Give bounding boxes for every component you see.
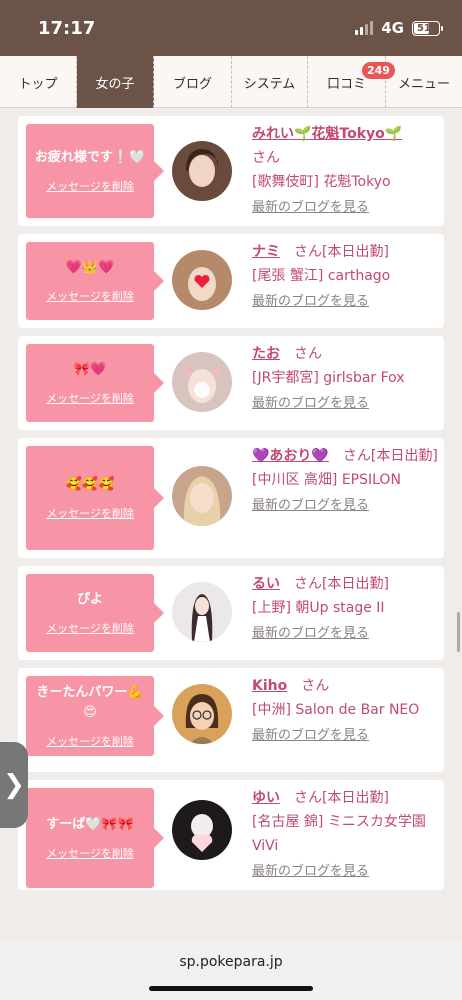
latest-blog-link[interactable]: 最新のブログを見る	[252, 392, 438, 416]
avatar[interactable]	[172, 352, 232, 412]
shop-name: [歌舞伎町] 花魁Tokyo	[252, 174, 391, 190]
favorite-girls-list: お疲れ様です❕🤍 メッセージを削除 みれい🌱花魁Tokyo🌱 さん [歌舞伎町]…	[18, 116, 444, 898]
avatar[interactable]	[172, 466, 232, 526]
delete-message-link[interactable]: メッセージを削除	[46, 390, 134, 406]
delete-message-link[interactable]: メッセージを削除	[46, 178, 134, 194]
delete-message-link[interactable]: メッセージを削除	[46, 288, 134, 304]
girl-name-link[interactable]: Kiho	[252, 678, 287, 694]
latest-blog-link[interactable]: 最新のブログを見る	[252, 494, 438, 518]
girl-suffix: さん	[294, 346, 322, 362]
latest-blog-link[interactable]: 最新のブログを見る	[252, 290, 438, 314]
shop-name: [上野] 朝Up stage II	[252, 600, 385, 616]
girl-suffix: さん[本日出勤]	[294, 244, 389, 260]
avatar[interactable]	[172, 684, 232, 744]
message-text: 🎀💗	[73, 362, 107, 377]
list-item: お疲れ様です❕🤍 メッセージを削除 みれい🌱花魁Tokyo🌱 さん [歌舞伎町]…	[18, 116, 444, 226]
browser-url-bar[interactable]: sp.pokepara.jp	[0, 940, 462, 1000]
home-indicator[interactable]	[149, 986, 313, 991]
girl-suffix: さん[本日出勤]	[294, 790, 389, 806]
nav-tab-menu[interactable]: メニュー	[386, 56, 462, 108]
message-bubble: 🥰🥰🥰 メッセージを削除	[26, 446, 164, 550]
shop-name: [尾張 蟹江] carthago	[252, 268, 391, 284]
message-text: すーぱ🤍🎀🎀	[46, 817, 134, 832]
girl-info: 💜あおり💜 さん[本日出勤] [中川区 高畑] EPSILON 最新のブログを見…	[252, 444, 438, 518]
message-bubble: きーたんパワー💪😍 メッセージを削除	[26, 676, 164, 756]
message-text: きーたんパワー💪😍	[36, 685, 144, 720]
avatar[interactable]	[172, 800, 232, 860]
girl-name-link[interactable]: ゆい	[252, 790, 280, 806]
shop-name: [中洲] Salon de Bar NEO	[252, 702, 420, 718]
chevron-right-icon: ❯	[3, 770, 25, 800]
avatar[interactable]	[172, 582, 232, 642]
delete-message-link[interactable]: メッセージを削除	[46, 505, 134, 521]
girl-name-link[interactable]: ナミ	[252, 244, 280, 260]
status-time: 17:17	[38, 18, 96, 39]
girl-suffix: さん	[301, 678, 330, 694]
status-indicators: 4G 51	[355, 19, 443, 37]
girl-name-link[interactable]: たお	[252, 346, 280, 362]
nav-tab-label: 口コミ	[326, 76, 366, 92]
list-item: 💗👑💗 メッセージを削除 ナミ さん[本日出勤] [尾張 蟹江] carthag…	[18, 234, 444, 328]
network-label: 4G	[381, 19, 404, 37]
message-text: 💗👑💗	[65, 260, 115, 275]
girl-suffix: さん[本日出勤]	[294, 576, 389, 592]
list-item: すーぱ🤍🎀🎀 メッセージを削除 ゆい さん[本日出勤] [名古屋 錦] ミニスカ…	[18, 780, 444, 890]
scrollbar[interactable]	[457, 612, 460, 652]
nav-tab-label: メニュー	[397, 76, 450, 92]
girl-info: みれい🌱花魁Tokyo🌱 さん [歌舞伎町] 花魁Tokyo 最新のブログを見る	[252, 122, 438, 220]
message-bubble: 💗👑💗 メッセージを削除	[26, 242, 164, 320]
battery-icon: 51	[412, 20, 443, 36]
girl-info: たお さん [JR宇都宮] girlsbar Fox 最新のブログを見る	[252, 342, 438, 416]
message-bubble: 🎀💗 メッセージを削除	[26, 344, 164, 422]
url-text: sp.pokepara.jp	[179, 954, 283, 970]
battery-level: 51	[417, 22, 431, 34]
message-bubble: お疲れ様です❕🤍 メッセージを削除	[26, 124, 164, 218]
avatar[interactable]	[172, 141, 232, 201]
latest-blog-link[interactable]: 最新のブログを見る	[252, 724, 438, 748]
list-item: 🥰🥰🥰 メッセージを削除 💜あおり💜 さん[本日出勤] [中川区 高畑] EPS…	[18, 438, 444, 558]
girl-name-link[interactable]: るい	[252, 576, 280, 592]
main-nav: トップ 女の子 ブログ システム 口コミ 249 メニュー	[0, 56, 462, 108]
nav-tab-reviews[interactable]: 口コミ 249	[308, 56, 395, 108]
list-item: ぴよ メッセージを削除 るい さん[本日出勤] [上野] 朝Up stage I…	[18, 566, 444, 660]
girl-suffix: さん[本日出勤]	[342, 448, 438, 464]
nav-tab-blog[interactable]: ブログ	[154, 56, 232, 108]
shop-name: [名古屋 錦] ミニスカ女学園ViVi	[252, 814, 426, 854]
girl-name-link[interactable]: みれい🌱花魁Tokyo🌱	[252, 126, 402, 142]
nav-tab-top[interactable]: トップ	[0, 56, 77, 108]
message-text: ぴよ	[76, 592, 103, 607]
nav-tab-label: トップ	[18, 76, 58, 92]
message-text: お疲れ様です❕🤍	[34, 150, 146, 165]
status-bar: 17:17 4G 51	[0, 0, 462, 56]
shop-name: [中川区 高畑] EPSILON	[252, 472, 401, 488]
girl-name-link[interactable]: 💜あおり💜	[252, 448, 329, 464]
nav-tab-girls[interactable]: 女の子	[77, 56, 154, 108]
girl-info: ゆい さん[本日出勤] [名古屋 錦] ミニスカ女学園ViVi 最新のブログを見…	[252, 786, 438, 884]
latest-blog-link[interactable]: 最新のブログを見る	[252, 860, 438, 884]
girl-info: Kiho さん [中洲] Salon de Bar NEO 最新のブログを見る	[252, 674, 438, 748]
side-drawer-toggle[interactable]: ❯	[0, 742, 28, 828]
list-item: きーたんパワー💪😍 メッセージを削除 Kiho さん [中洲] Salon de…	[18, 668, 444, 772]
shop-name: [JR宇都宮] girlsbar Fox	[252, 370, 405, 386]
message-bubble: すーぱ🤍🎀🎀 メッセージを削除	[26, 788, 164, 888]
latest-blog-link[interactable]: 最新のブログを見る	[252, 622, 438, 646]
delete-message-link[interactable]: メッセージを削除	[46, 733, 134, 749]
avatar[interactable]	[172, 250, 232, 310]
message-bubble: ぴよ メッセージを削除	[26, 574, 164, 652]
girl-suffix: さん	[252, 150, 280, 166]
delete-message-link[interactable]: メッセージを削除	[46, 845, 134, 861]
girl-info: るい さん[本日出勤] [上野] 朝Up stage II 最新のブログを見る	[252, 572, 438, 646]
girl-info: ナミ さん[本日出勤] [尾張 蟹江] carthago 最新のブログを見る	[252, 240, 438, 314]
nav-tab-label: ブログ	[172, 76, 212, 92]
nav-tab-label: 女の子	[95, 76, 135, 92]
latest-blog-link[interactable]: 最新のブログを見る	[252, 196, 438, 220]
signal-icon	[355, 21, 374, 35]
nav-tab-system[interactable]: システム	[232, 56, 308, 108]
delete-message-link[interactable]: メッセージを削除	[46, 620, 134, 636]
message-text: 🥰🥰🥰	[65, 477, 115, 492]
nav-tab-label: システム	[243, 76, 296, 92]
list-item: 🎀💗 メッセージを削除 たお さん [JR宇都宮] girlsbar Fox 最…	[18, 336, 444, 430]
